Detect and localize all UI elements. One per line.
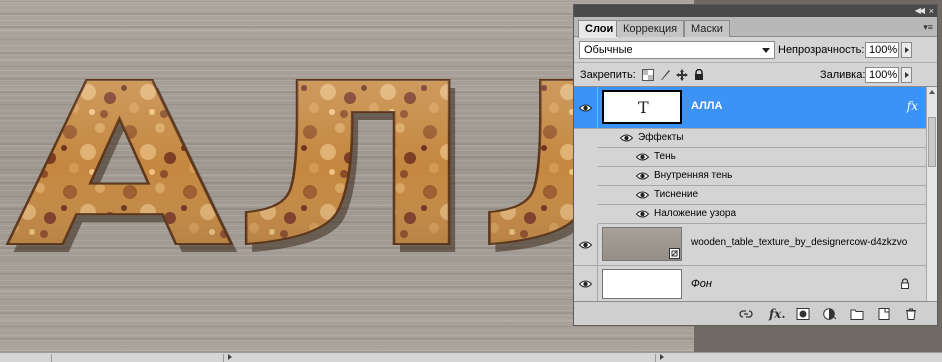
fill-label: Заливка:	[820, 69, 866, 81]
layer-thumbnail[interactable]: T	[602, 90, 682, 124]
scroll-thumb[interactable]	[928, 117, 936, 167]
status-zoom[interactable]	[0, 354, 52, 362]
new-group-icon[interactable]	[850, 308, 864, 320]
effect-label: Наложение узора	[654, 208, 737, 219]
panel-title-bar[interactable]: ◀◀ ×	[574, 5, 937, 17]
effect-row-bevel[interactable]: Тиснение	[598, 186, 926, 205]
effect-row-drop-shadow[interactable]: Тень	[598, 148, 926, 167]
collapse-panel-icon[interactable]: ◀◀	[915, 6, 925, 16]
visibility-toggle[interactable]	[574, 224, 598, 265]
eye-icon[interactable]	[636, 210, 649, 218]
panel-tabs: Слои Коррекция Маски ▾≡	[574, 17, 937, 38]
delete-layer-icon[interactable]	[904, 308, 918, 320]
layer-name[interactable]: Фон	[691, 278, 712, 290]
lock-pixels-icon[interactable]	[659, 69, 671, 81]
layer-row-text[interactable]: T АЛЛА fx	[574, 87, 926, 129]
link-layers-icon[interactable]	[739, 308, 753, 320]
effects-header-row[interactable]: Эффекты	[598, 129, 926, 148]
eye-icon[interactable]	[636, 191, 649, 199]
lock-position-icon[interactable]	[676, 69, 688, 81]
eye-icon[interactable]	[636, 153, 649, 161]
chevron-down-icon	[762, 48, 770, 53]
eye-icon	[579, 241, 592, 249]
effect-label: Тень	[654, 151, 676, 162]
opacity-slider-toggle[interactable]	[901, 42, 912, 58]
status-bar	[0, 352, 942, 362]
eye-icon[interactable]	[620, 134, 633, 142]
layer-name[interactable]: wooden_table_texture_by_designercow-d4zk…	[691, 237, 907, 248]
effect-label: Внутренняя тень	[654, 170, 733, 181]
layer-row-background[interactable]: Фон	[574, 266, 926, 301]
opacity-input[interactable]: 100%	[865, 42, 899, 58]
blend-mode-value: Обычные	[584, 44, 633, 56]
layer-row-texture[interactable]: wooden_table_texture_by_designercow-d4zk…	[574, 224, 926, 266]
add-mask-icon[interactable]	[796, 308, 810, 320]
text-layer-glyph: T	[638, 98, 649, 117]
layers-panel: ◀◀ × Слои Коррекция Маски ▾≡ Обычные Неп…	[573, 4, 938, 326]
visibility-toggle[interactable]	[574, 87, 598, 128]
tab-masks[interactable]: Маски	[684, 20, 730, 37]
close-panel-icon[interactable]: ×	[929, 6, 934, 16]
effect-row-inner-shadow[interactable]: Внутренняя тень	[598, 167, 926, 186]
status-doc-info	[52, 354, 224, 362]
layer-name[interactable]: АЛЛА	[691, 100, 722, 112]
lock-transparency-icon[interactable]	[642, 69, 654, 81]
adjustment-layer-icon[interactable]	[823, 308, 837, 320]
visibility-toggle[interactable]	[574, 266, 598, 301]
status-scroll-right[interactable]	[660, 354, 664, 360]
effect-label: Тиснение	[654, 189, 699, 200]
eye-icon	[579, 104, 592, 112]
lock-all-icon[interactable]	[693, 68, 705, 81]
lock-icon	[901, 278, 909, 289]
layer-thumbnail[interactable]	[602, 269, 682, 299]
fill-input[interactable]: 100%	[865, 67, 899, 83]
layers-scrollbar[interactable]	[926, 87, 937, 301]
status-scrollbar[interactable]	[236, 354, 656, 362]
opacity-label: Непрозрачность:	[778, 44, 865, 56]
blend-mode-select[interactable]: Обычные	[579, 41, 775, 59]
smart-object-icon	[669, 248, 680, 259]
layers-toolbar: fx.	[574, 301, 937, 325]
effects-label: Эффекты	[638, 132, 684, 143]
eye-icon[interactable]	[636, 172, 649, 180]
layer-thumbnail[interactable]	[602, 227, 682, 261]
blend-row: Обычные Непрозрачность: 100%	[574, 38, 937, 62]
eye-icon	[579, 280, 592, 288]
layer-style-icon[interactable]: fx	[907, 99, 918, 113]
layers-list: T АЛЛА fx Эффекты Тень Внутренняя тень Т…	[574, 86, 937, 301]
tab-adjustments[interactable]: Коррекция	[616, 20, 685, 37]
effect-row-pattern-overlay[interactable]: Наложение узора	[598, 205, 926, 224]
new-layer-icon[interactable]	[877, 308, 891, 320]
lock-row: Закрепить: Заливка: 100%	[574, 62, 937, 86]
layer-style-icon[interactable]: fx.	[769, 308, 786, 320]
fill-slider-toggle[interactable]	[901, 67, 912, 83]
tab-layers[interactable]: Слои	[578, 20, 621, 38]
status-menu-arrow[interactable]	[228, 354, 232, 360]
lock-label: Закрепить:	[580, 69, 636, 81]
panel-menu-icon[interactable]: ▾≡	[923, 22, 933, 33]
scroll-up-icon[interactable]	[929, 90, 935, 94]
